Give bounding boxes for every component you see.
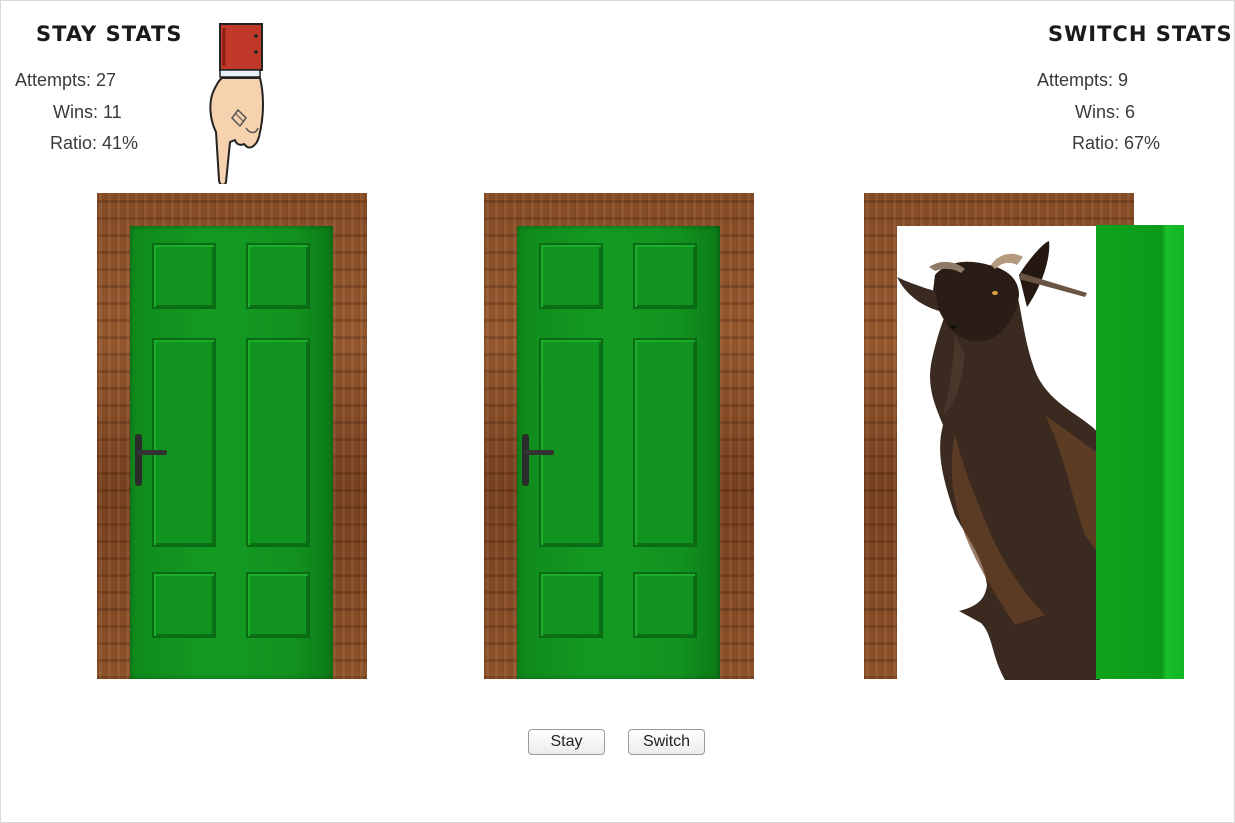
switch-ratio-label: Ratio: bbox=[1072, 133, 1120, 153]
door-panel bbox=[539, 243, 603, 309]
stay-attempts-label: Attempts: bbox=[15, 70, 92, 90]
stay-wins: Wins: 11 bbox=[53, 102, 122, 123]
stay-attempts-value: 27 bbox=[96, 70, 117, 90]
pointing-hand-icon bbox=[209, 23, 264, 184]
door-1-leaf[interactable] bbox=[130, 226, 333, 679]
door-2[interactable] bbox=[484, 193, 754, 679]
door-panel bbox=[152, 243, 216, 309]
door-handle-icon bbox=[522, 434, 529, 486]
switch-wins: Wins: 6 bbox=[1075, 102, 1135, 123]
stay-attempts: Attempts: 27 bbox=[15, 70, 116, 91]
switch-button[interactable]: Switch bbox=[628, 729, 705, 755]
door-lever bbox=[524, 450, 554, 455]
stay-ratio-label: Ratio: bbox=[50, 133, 98, 153]
switch-ratio-value: 67% bbox=[1124, 133, 1161, 153]
door-lever bbox=[137, 450, 167, 455]
door-panel bbox=[633, 572, 697, 638]
stay-ratio: Ratio: 41% bbox=[50, 133, 138, 154]
door-handle-icon bbox=[135, 434, 142, 486]
switch-attempts: Attempts: 9 bbox=[1037, 70, 1128, 91]
stay-stats-title: Stay Stats bbox=[36, 22, 183, 46]
stay-button[interactable]: Stay bbox=[528, 729, 605, 755]
switch-attempts-value: 9 bbox=[1118, 70, 1129, 90]
switch-wins-label: Wins: bbox=[1075, 102, 1120, 122]
door-2-leaf[interactable] bbox=[517, 226, 720, 679]
switch-attempts-label: Attempts: bbox=[1037, 70, 1114, 90]
door-panel bbox=[152, 338, 216, 547]
door-panel bbox=[246, 243, 310, 309]
switch-wins-value: 6 bbox=[1125, 102, 1136, 122]
switch-stats-title: Switch Stats bbox=[1048, 22, 1233, 46]
stay-wins-label: Wins: bbox=[53, 102, 98, 122]
door-panel bbox=[633, 338, 697, 547]
door-1[interactable] bbox=[97, 193, 367, 679]
stay-wins-value: 11 bbox=[103, 102, 122, 122]
door-panel bbox=[539, 572, 603, 638]
door-3-open-leaf bbox=[1096, 225, 1184, 679]
door-panel bbox=[539, 338, 603, 547]
door-panel bbox=[152, 572, 216, 638]
goat-icon bbox=[897, 241, 1100, 680]
door-panel bbox=[633, 243, 697, 309]
door-panel bbox=[246, 572, 310, 638]
switch-ratio: Ratio: 67% bbox=[1072, 133, 1160, 154]
door-panel bbox=[246, 338, 310, 547]
stay-ratio-value: 41% bbox=[102, 133, 139, 153]
